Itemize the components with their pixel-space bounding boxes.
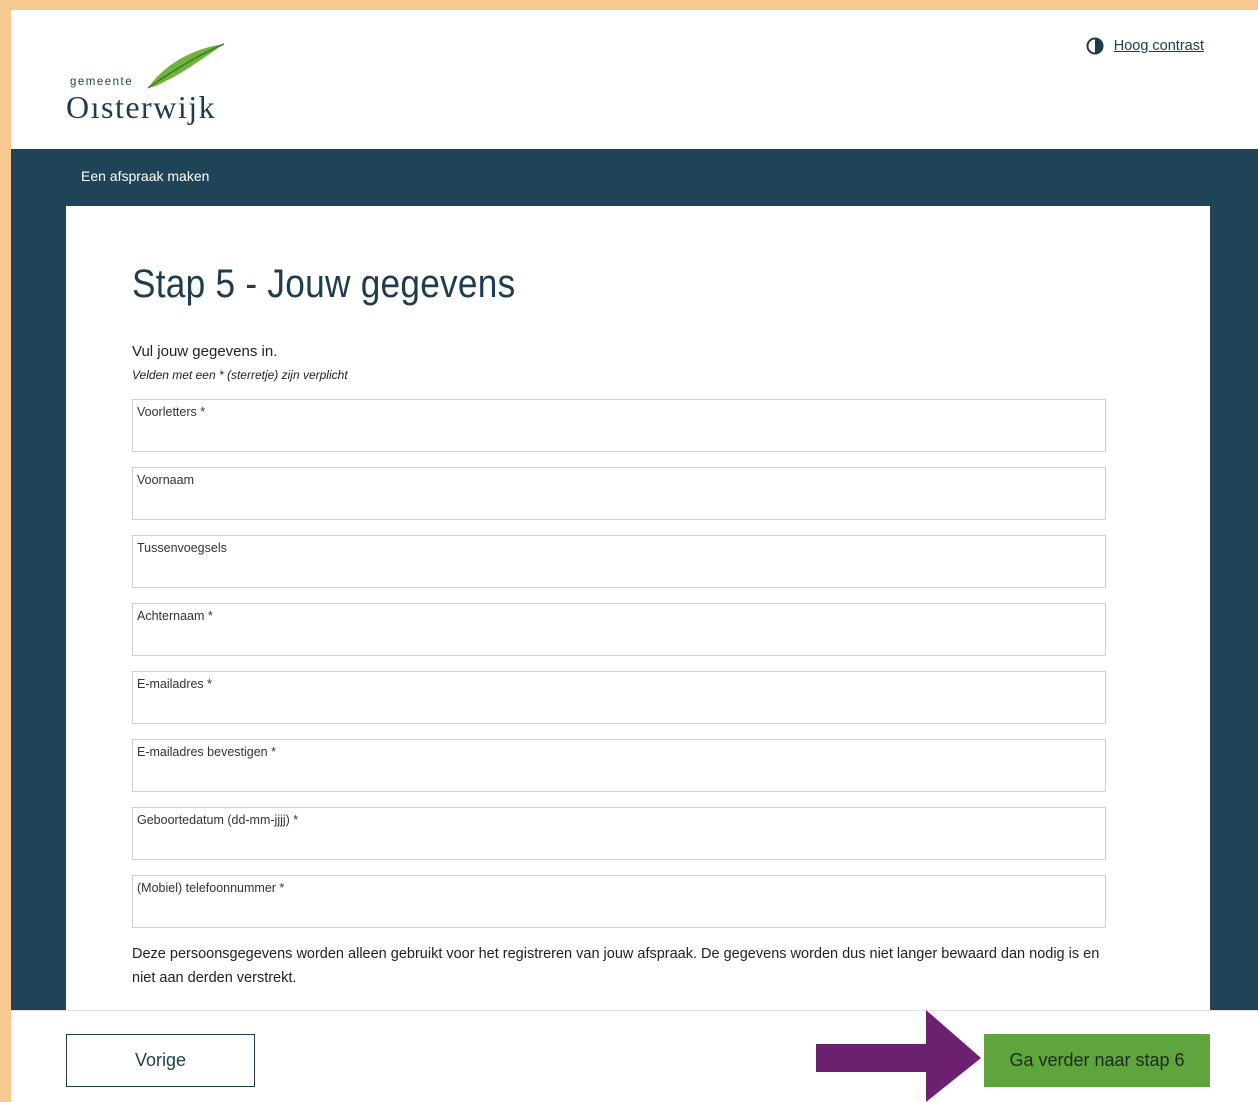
email-confirm-field[interactable]: E-mailadres bevestigen * [132,739,1106,792]
infix-field[interactable]: Tussenvoegsels [132,535,1106,588]
field-label: Geboortedatum (dd-mm-jjjj) * [137,813,299,827]
municipality-logo[interactable]: gemeente Oısterwijk [66,42,246,132]
phone-input[interactable] [137,901,1101,923]
email-confirm-input[interactable] [137,765,1101,787]
logo-big-text: Oısterwijk [66,89,217,125]
breadcrumb-title: Een afspraak maken [81,168,210,184]
first-name-input[interactable] [137,493,1101,515]
email-field[interactable]: E-mailadres * [132,671,1106,724]
field-label: Voornaam [137,473,194,487]
required-note: Velden met een * (sterretje) zijn verpli… [132,368,348,382]
leaf-logo [147,43,225,89]
previous-button[interactable]: Vorige [66,1034,255,1087]
field-label: Tussenvoegsels [137,541,227,555]
first-name-field[interactable]: Voornaam [132,467,1106,520]
page-frame: gemeente Oısterwijk Hoog contrast Een af… [11,10,1258,1102]
infix-input[interactable] [137,561,1101,583]
initials-field[interactable]: Voorletters * [132,399,1106,452]
form-footer: Vorige Ga verder naar stap 6 [11,1010,1258,1102]
field-label: E-mailadres * [137,677,213,691]
field-label: Achternaam * [137,609,213,623]
privacy-notice: Deze persoonsgegevens worden alleen gebr… [132,946,1100,986]
site-header: gemeente Oısterwijk Hoog contrast [11,10,1258,149]
last-name-input[interactable] [137,629,1101,651]
logo-small-text: gemeente [70,76,134,88]
field-label: E-mailadres bevestigen * [137,745,276,759]
contrast-icon [1086,37,1104,55]
initials-input[interactable] [137,425,1101,447]
birthdate-field[interactable]: Geboortedatum (dd-mm-jjjj) * [132,807,1106,860]
high-contrast-link[interactable]: Hoog contrast [1114,38,1204,54]
birthdate-input[interactable] [137,833,1101,855]
arrow-right-icon [816,1010,981,1102]
last-name-field[interactable]: Achternaam * [132,603,1106,656]
phone-field[interactable]: (Mobiel) telefoonnummer * [132,875,1106,928]
page-title: Stap 5 - Jouw gegevens [132,262,516,306]
field-label: (Mobiel) telefoonnummer * [137,881,285,895]
next-step-button[interactable]: Ga verder naar stap 6 [984,1034,1210,1087]
form-intro: Vul jouw gegevens in. [132,343,278,360]
field-label: Voorletters * [137,405,206,419]
email-input[interactable] [137,697,1101,719]
high-contrast-toggle[interactable]: Hoog contrast [1086,37,1204,55]
form-card: Stap 5 - Jouw gegevens Vul jouw gegevens… [66,206,1210,1026]
